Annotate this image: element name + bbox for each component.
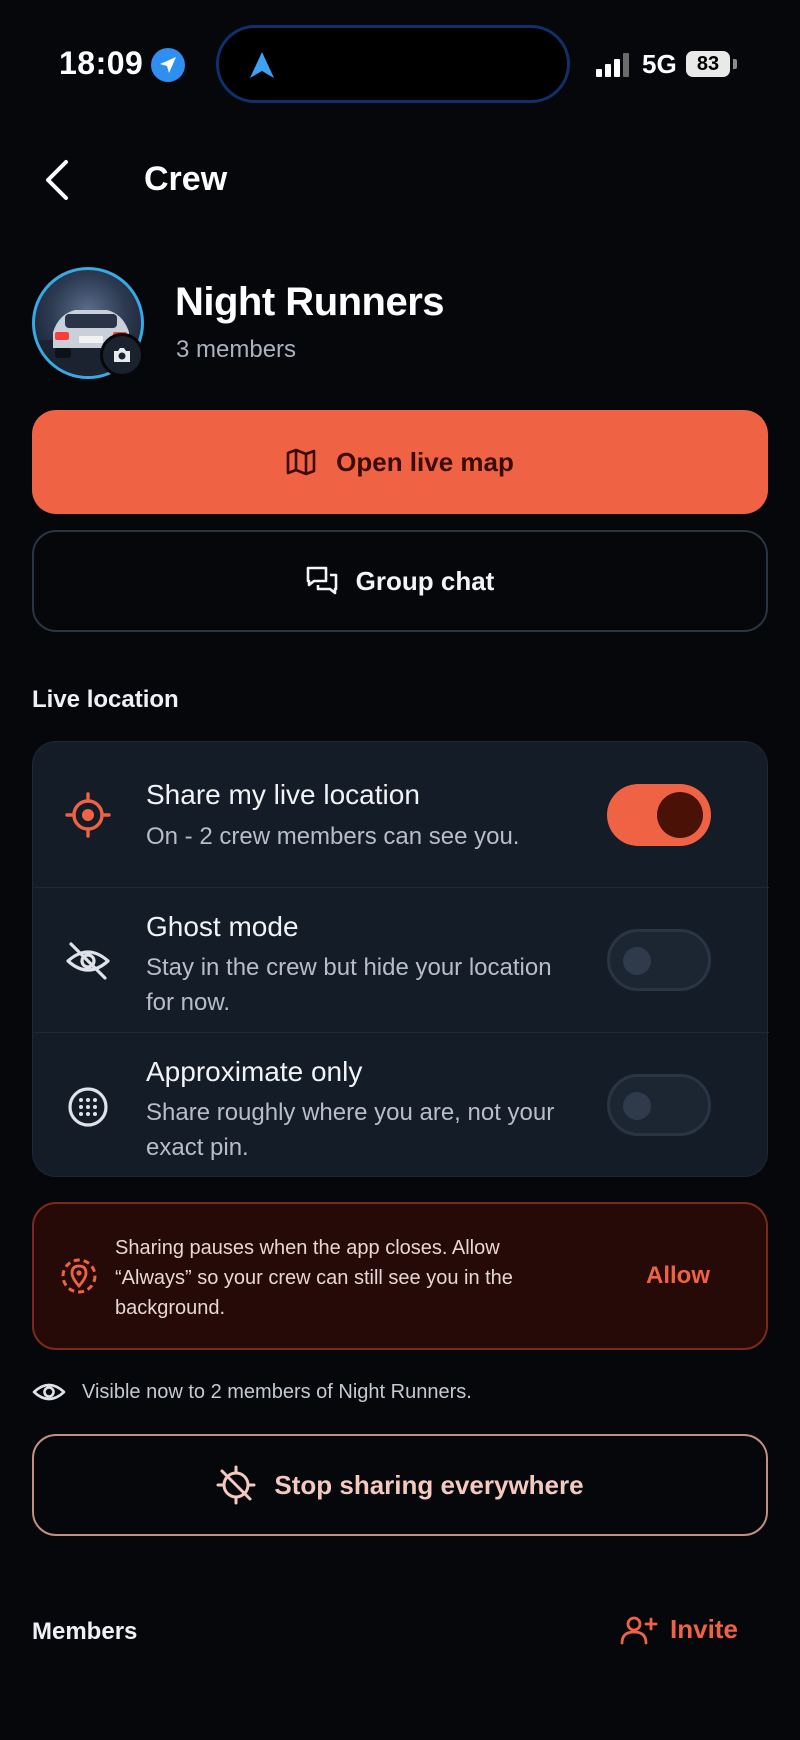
open-live-map-label: Open live map [336, 446, 514, 477]
status-time: 18:09 [59, 45, 144, 81]
dynamic-island [216, 25, 570, 103]
ghost-mode-toggle[interactable] [607, 929, 711, 991]
section-title-live-location: Live location [32, 686, 179, 713]
toggle-knob [623, 1092, 651, 1120]
status-bar: 18:09 5G 83 [0, 0, 800, 130]
group-chat-button[interactable]: Group chat [32, 530, 768, 632]
visibility-info: Visible now to 2 members of Night Runner… [32, 1377, 472, 1407]
location-active-icon [151, 48, 185, 82]
background-permission-alert: Sharing pauses when the app closes. Allo… [32, 1202, 768, 1350]
location-warning-icon [61, 1258, 97, 1294]
open-live-map-button[interactable]: Open live map [32, 410, 768, 514]
setting-row-ghost-mode[interactable]: Ghost mode Stay in the crew but hide you… [33, 887, 769, 1032]
toggle-knob [657, 792, 703, 838]
crosshair-icon [65, 792, 111, 838]
invite-button[interactable]: Invite [620, 1614, 738, 1645]
network-type: 5G [642, 49, 677, 79]
battery-icon: 83 [686, 51, 730, 77]
chat-bubbles-icon [306, 566, 337, 595]
stop-sharing-button[interactable]: Stop sharing everywhere [32, 1434, 768, 1536]
add-person-icon [620, 1616, 658, 1644]
crew-screen: 18:09 5G 83 Crew Night Runners 3 members… [0, 0, 800, 1740]
member-count: 3 members [176, 336, 297, 363]
camera-icon [114, 348, 130, 362]
eye-off-icon [66, 942, 110, 980]
setting-title: Approximate only [146, 1056, 363, 1087]
setting-row-approximate[interactable]: Approximate only Share roughly where you… [33, 1032, 769, 1178]
chevron-left-icon [46, 160, 68, 200]
stop-sharing-label: Stop sharing everywhere [274, 1469, 584, 1500]
setting-row-share-location[interactable]: Share my live location On - 2 crew membe… [33, 742, 769, 887]
toggle-knob [623, 947, 651, 975]
visibility-text: Visible now to 2 members of Night Runner… [82, 1380, 472, 1403]
battery-tip [733, 59, 737, 69]
back-button[interactable] [36, 156, 80, 204]
setting-title: Share my live location [146, 779, 420, 810]
setting-subtitle: On - 2 crew members can see you. [146, 823, 520, 850]
dotted-circle-icon [68, 1087, 108, 1127]
group-name: Night Runners [175, 280, 445, 324]
share-location-toggle[interactable] [607, 784, 711, 846]
eye-icon [32, 1383, 66, 1401]
group-chat-label: Group chat [355, 565, 495, 596]
setting-title: Ghost mode [146, 911, 299, 942]
allow-always-button[interactable]: Allow [646, 1262, 710, 1290]
section-title-members: Members [32, 1618, 138, 1645]
change-photo-button[interactable] [100, 333, 144, 377]
alert-message: Sharing pauses when the app closes. Allo… [115, 1237, 513, 1319]
live-location-card: Share my live location On - 2 crew membe… [32, 741, 769, 1178]
page-title: Crew [144, 160, 228, 198]
signal-icon [596, 53, 629, 77]
navigation-arrow-icon [250, 52, 274, 78]
invite-label: Invite [670, 1614, 738, 1644]
setting-subtitle: Share roughly where you are, not your ex… [146, 1099, 555, 1161]
map-icon [286, 448, 316, 476]
approximate-toggle[interactable] [607, 1074, 711, 1136]
location-off-icon [216, 1465, 256, 1505]
setting-subtitle: Stay in the crew but hide your location … [146, 954, 552, 1016]
